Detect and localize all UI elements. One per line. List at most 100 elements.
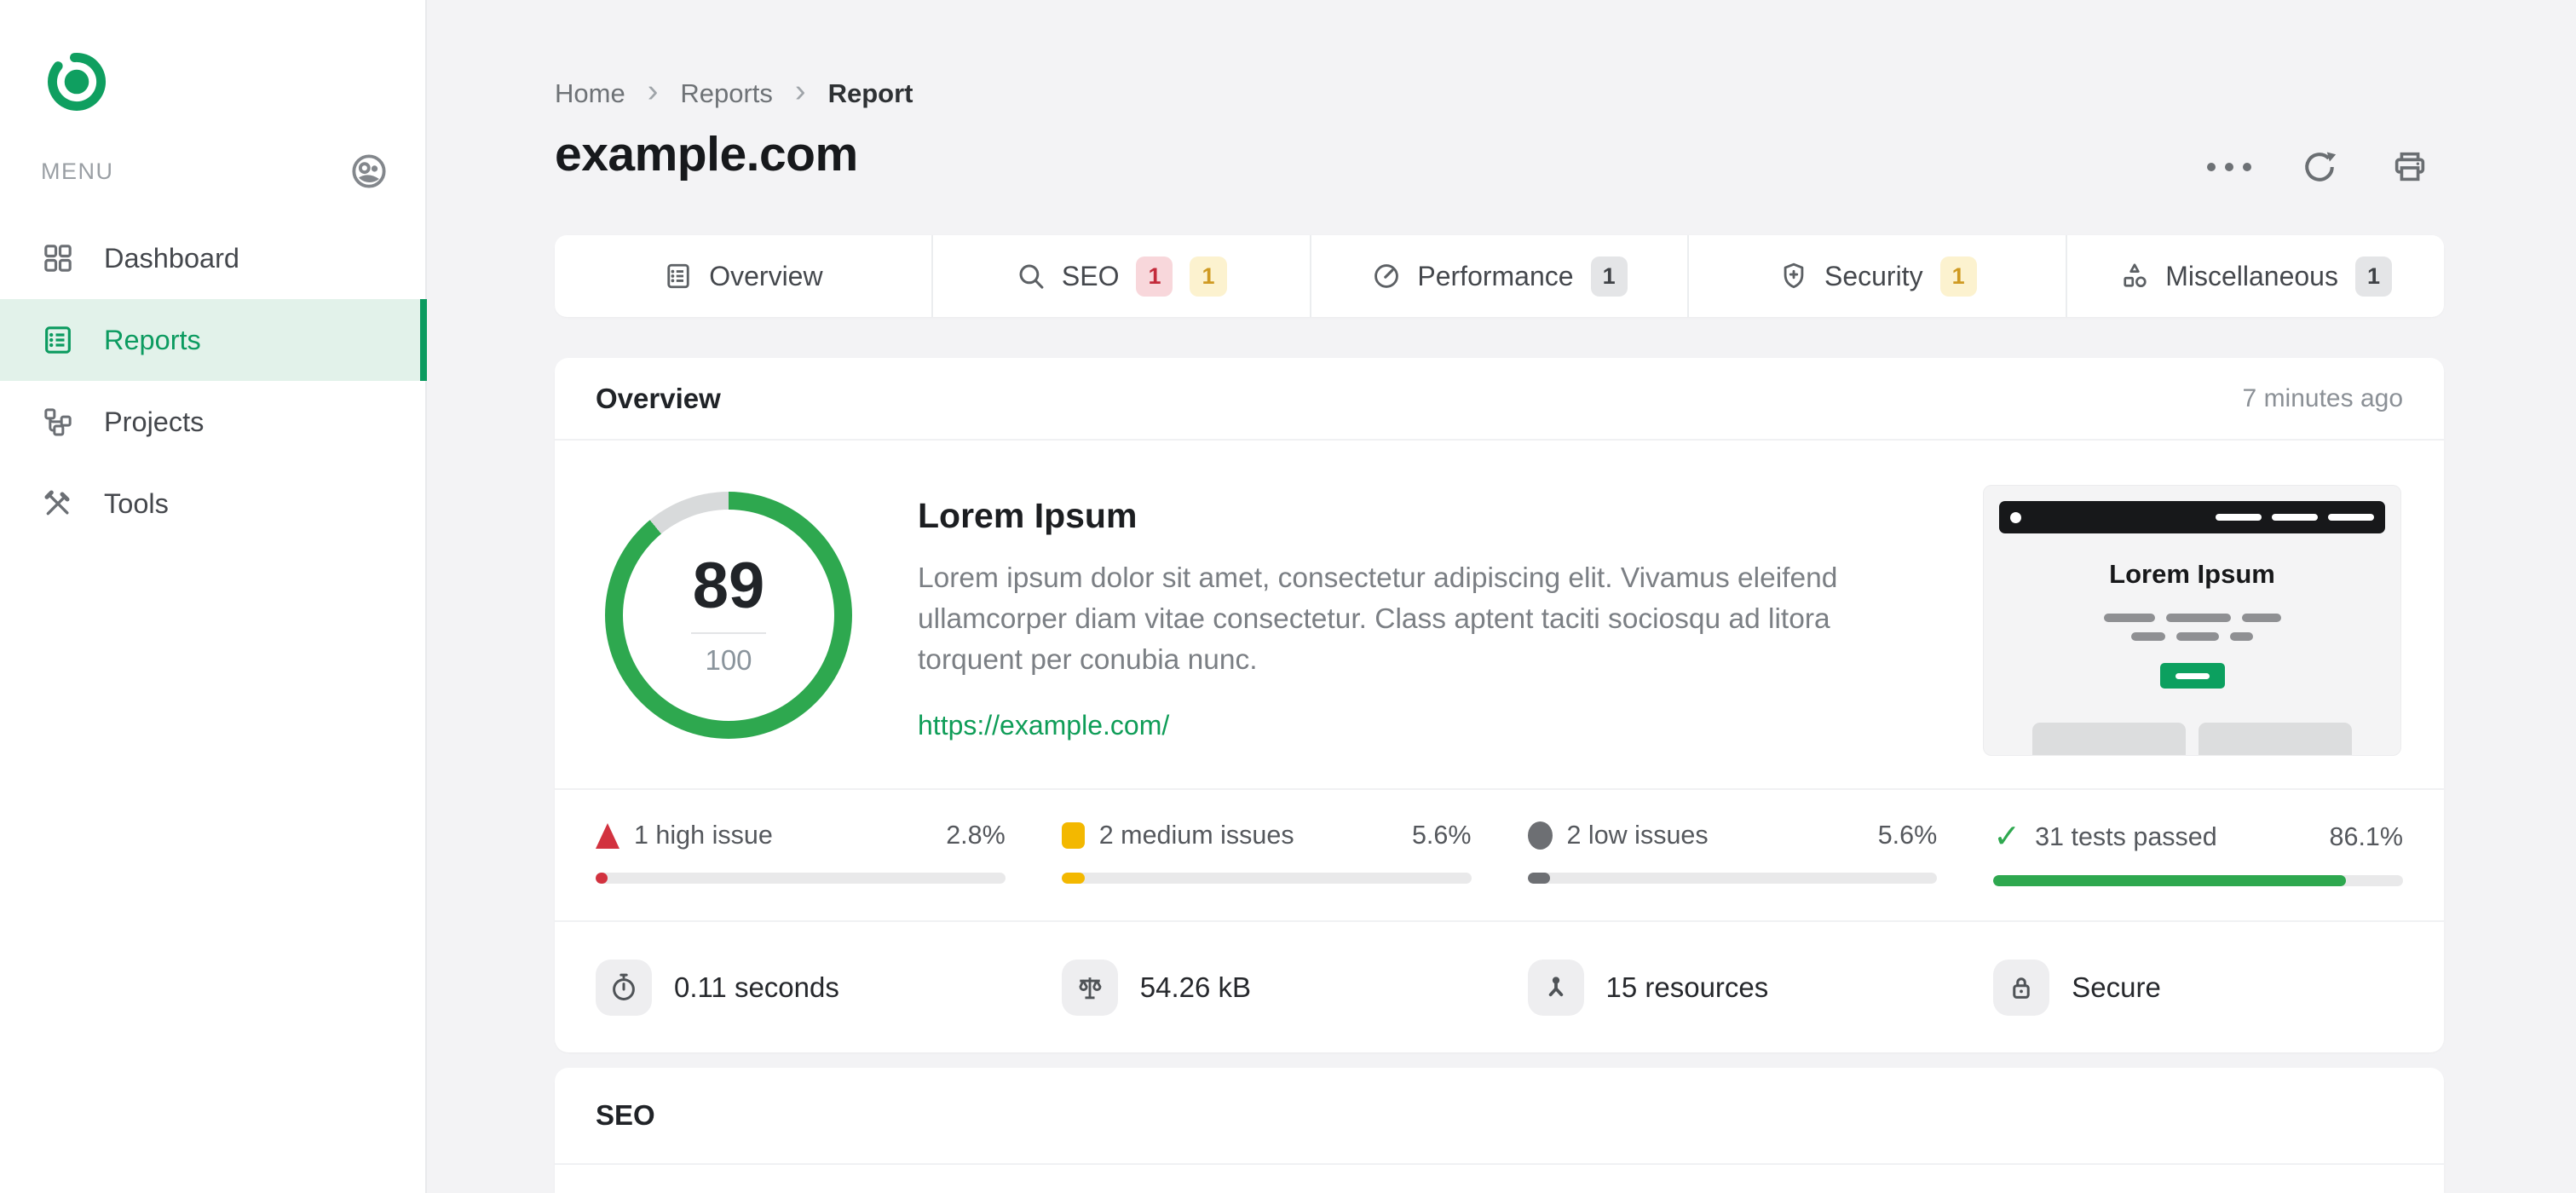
thumbnail-browser-bar: [1999, 501, 2385, 533]
tab-security[interactable]: Security 1: [1689, 235, 2068, 317]
overview-card: Overview 7 minutes ago 89 100 Lorem Ipsu…: [555, 358, 2444, 1052]
shapes-icon: [2119, 261, 2150, 291]
tab-seo[interactable]: SEO 1 1: [933, 235, 1311, 317]
metric-security: Secure: [1993, 959, 2403, 1016]
gauge-icon: [1371, 261, 1402, 291]
score-ring: 89 100: [605, 492, 852, 739]
report-list-icon: [41, 323, 75, 357]
projects-tree-icon: [41, 405, 75, 439]
sidebar-item-tools[interactable]: Tools: [0, 463, 425, 545]
chevron-right-icon: ›: [647, 72, 659, 109]
tab-performance[interactable]: Performance 1: [1311, 235, 1690, 317]
progress-fill: [1527, 873, 1551, 884]
seo-section-header: SEO: [555, 1068, 2444, 1165]
seo-medium-badge: 1: [1190, 256, 1227, 297]
resources-branch-icon: [1527, 959, 1584, 1016]
stat-high-issues: 1 high issue 2.8%: [596, 790, 1006, 920]
sidebar-nav: Dashboard Reports Projects Tools: [0, 217, 427, 545]
app-logo-icon: [48, 53, 107, 111]
tools-icon: [41, 487, 75, 521]
breadcrumb-reports[interactable]: Reports: [680, 78, 773, 109]
progress-fill: [1993, 875, 2347, 886]
ellipsis-icon: [2207, 163, 2251, 171]
stat-percent: 86.1%: [2329, 821, 2403, 851]
progress-fill: [596, 873, 608, 884]
sidebar-item-dashboard[interactable]: Dashboard: [0, 217, 425, 299]
tab-label: Miscellaneous: [2165, 260, 2338, 291]
sidebar-item-reports[interactable]: Reports: [0, 299, 427, 381]
metric-label: Secure: [2072, 971, 2161, 1003]
lock-icon: [1993, 959, 2050, 1016]
browser-dot: [2010, 511, 2021, 523]
section-title: Overview: [596, 382, 721, 414]
stat-label: 2 medium issues: [1098, 821, 1294, 850]
score-value: 89: [692, 550, 765, 622]
breadcrumb-home[interactable]: Home: [555, 78, 625, 109]
thumbnail-heading: Lorem Ipsum: [2109, 559, 2275, 589]
print-button[interactable]: [2389, 147, 2430, 187]
metric-resources: 15 resources: [1527, 959, 1938, 1016]
account-icon[interactable]: [349, 152, 389, 191]
thumbnail-columns: [1984, 723, 2400, 755]
stat-low-issues: 2 low issues 5.6%: [1527, 790, 1938, 920]
security-badge: 1: [1939, 256, 1977, 297]
search-icon: [1016, 261, 1046, 291]
refresh-button[interactable]: [2299, 147, 2340, 187]
stat-label: 2 low issues: [1566, 821, 1709, 850]
low-issue-circle-icon: [1527, 821, 1553, 850]
metric-load-time: 0.11 seconds: [596, 959, 1006, 1016]
page-title: example.com: [555, 127, 858, 182]
high-issue-triangle-icon: [596, 822, 620, 849]
tab-miscellaneous[interactable]: Miscellaneous 1: [2067, 235, 2444, 317]
sidebar-item-label: Dashboard: [104, 242, 239, 274]
dashboard-grid-icon: [41, 241, 75, 275]
site-info: Lorem Ipsum Lorem ipsum dolor sit amet, …: [918, 496, 1881, 741]
section-title: SEO: [596, 1099, 655, 1131]
sidebar-item-label: Tools: [104, 487, 169, 519]
chevron-right-icon: ›: [794, 72, 806, 109]
stat-percent: 5.6%: [1877, 821, 1938, 850]
more-options-button[interactable]: [2207, 147, 2251, 187]
performance-badge: 1: [1590, 256, 1628, 297]
shield-plus-icon: [1778, 261, 1809, 291]
stat-tests-passed: 31 tests passed 86.1%: [1993, 790, 2403, 920]
app-screen: MENU Dashboard Reports Projects Tools Ho…: [0, 0, 2576, 1193]
tab-label: Overview: [709, 260, 823, 291]
stat-medium-issues: 2 medium issues 5.6%: [1061, 790, 1472, 920]
sidebar-menu-row: MENU: [41, 152, 389, 191]
last-updated: 7 minutes ago: [2242, 383, 2403, 412]
seo-card: SEO: [555, 1068, 2444, 1193]
stat-label: 1 high issue: [634, 821, 773, 850]
metrics-row: 0.11 seconds 54.26 kB 15 resources Secur…: [555, 920, 2444, 1052]
breadcrumb-current: Report: [827, 78, 913, 108]
score-divider: [691, 632, 766, 634]
issue-stats-row: 1 high issue 2.8% 2 medium issues 5.6% 2…: [555, 788, 2444, 920]
progress-fill: [1061, 873, 1085, 884]
scale-icon: [1061, 959, 1118, 1016]
menu-label: MENU: [41, 158, 114, 184]
metric-label: 54.26 kB: [1139, 971, 1252, 1003]
overview-list-icon: [663, 261, 694, 291]
report-tabbar: Overview SEO 1 1 Performance 1 Security …: [555, 235, 2444, 317]
sidebar-item-label: Projects: [104, 406, 205, 437]
tab-label: Security: [1824, 260, 1923, 291]
thumbnail-text-row: [1984, 632, 2400, 641]
score-max: 100: [705, 644, 752, 676]
tab-overview[interactable]: Overview: [555, 235, 933, 317]
thumbnail-button: [2159, 663, 2225, 689]
miscellaneous-badge: 1: [2354, 256, 2392, 297]
site-description: Lorem ipsum dolor sit amet, consectetur …: [918, 562, 1838, 676]
site-url-link[interactable]: https://example.com/: [918, 710, 1169, 741]
metric-page-size: 54.26 kB: [1061, 959, 1472, 1016]
stopwatch-icon: [596, 959, 652, 1016]
metric-label: 15 resources: [1605, 971, 1769, 1003]
browser-menu-dashes: [2216, 514, 2374, 521]
metric-label: 0.11 seconds: [674, 971, 839, 1003]
tab-label: Performance: [1417, 260, 1574, 291]
check-icon: [1993, 821, 2020, 853]
stat-percent: 2.8%: [946, 821, 1006, 850]
site-thumbnail: Lorem Ipsum: [1983, 485, 2401, 756]
sidebar-item-projects[interactable]: Projects: [0, 381, 425, 463]
score-center: 89 100: [605, 492, 852, 739]
sidebar-item-label: Reports: [104, 324, 201, 355]
